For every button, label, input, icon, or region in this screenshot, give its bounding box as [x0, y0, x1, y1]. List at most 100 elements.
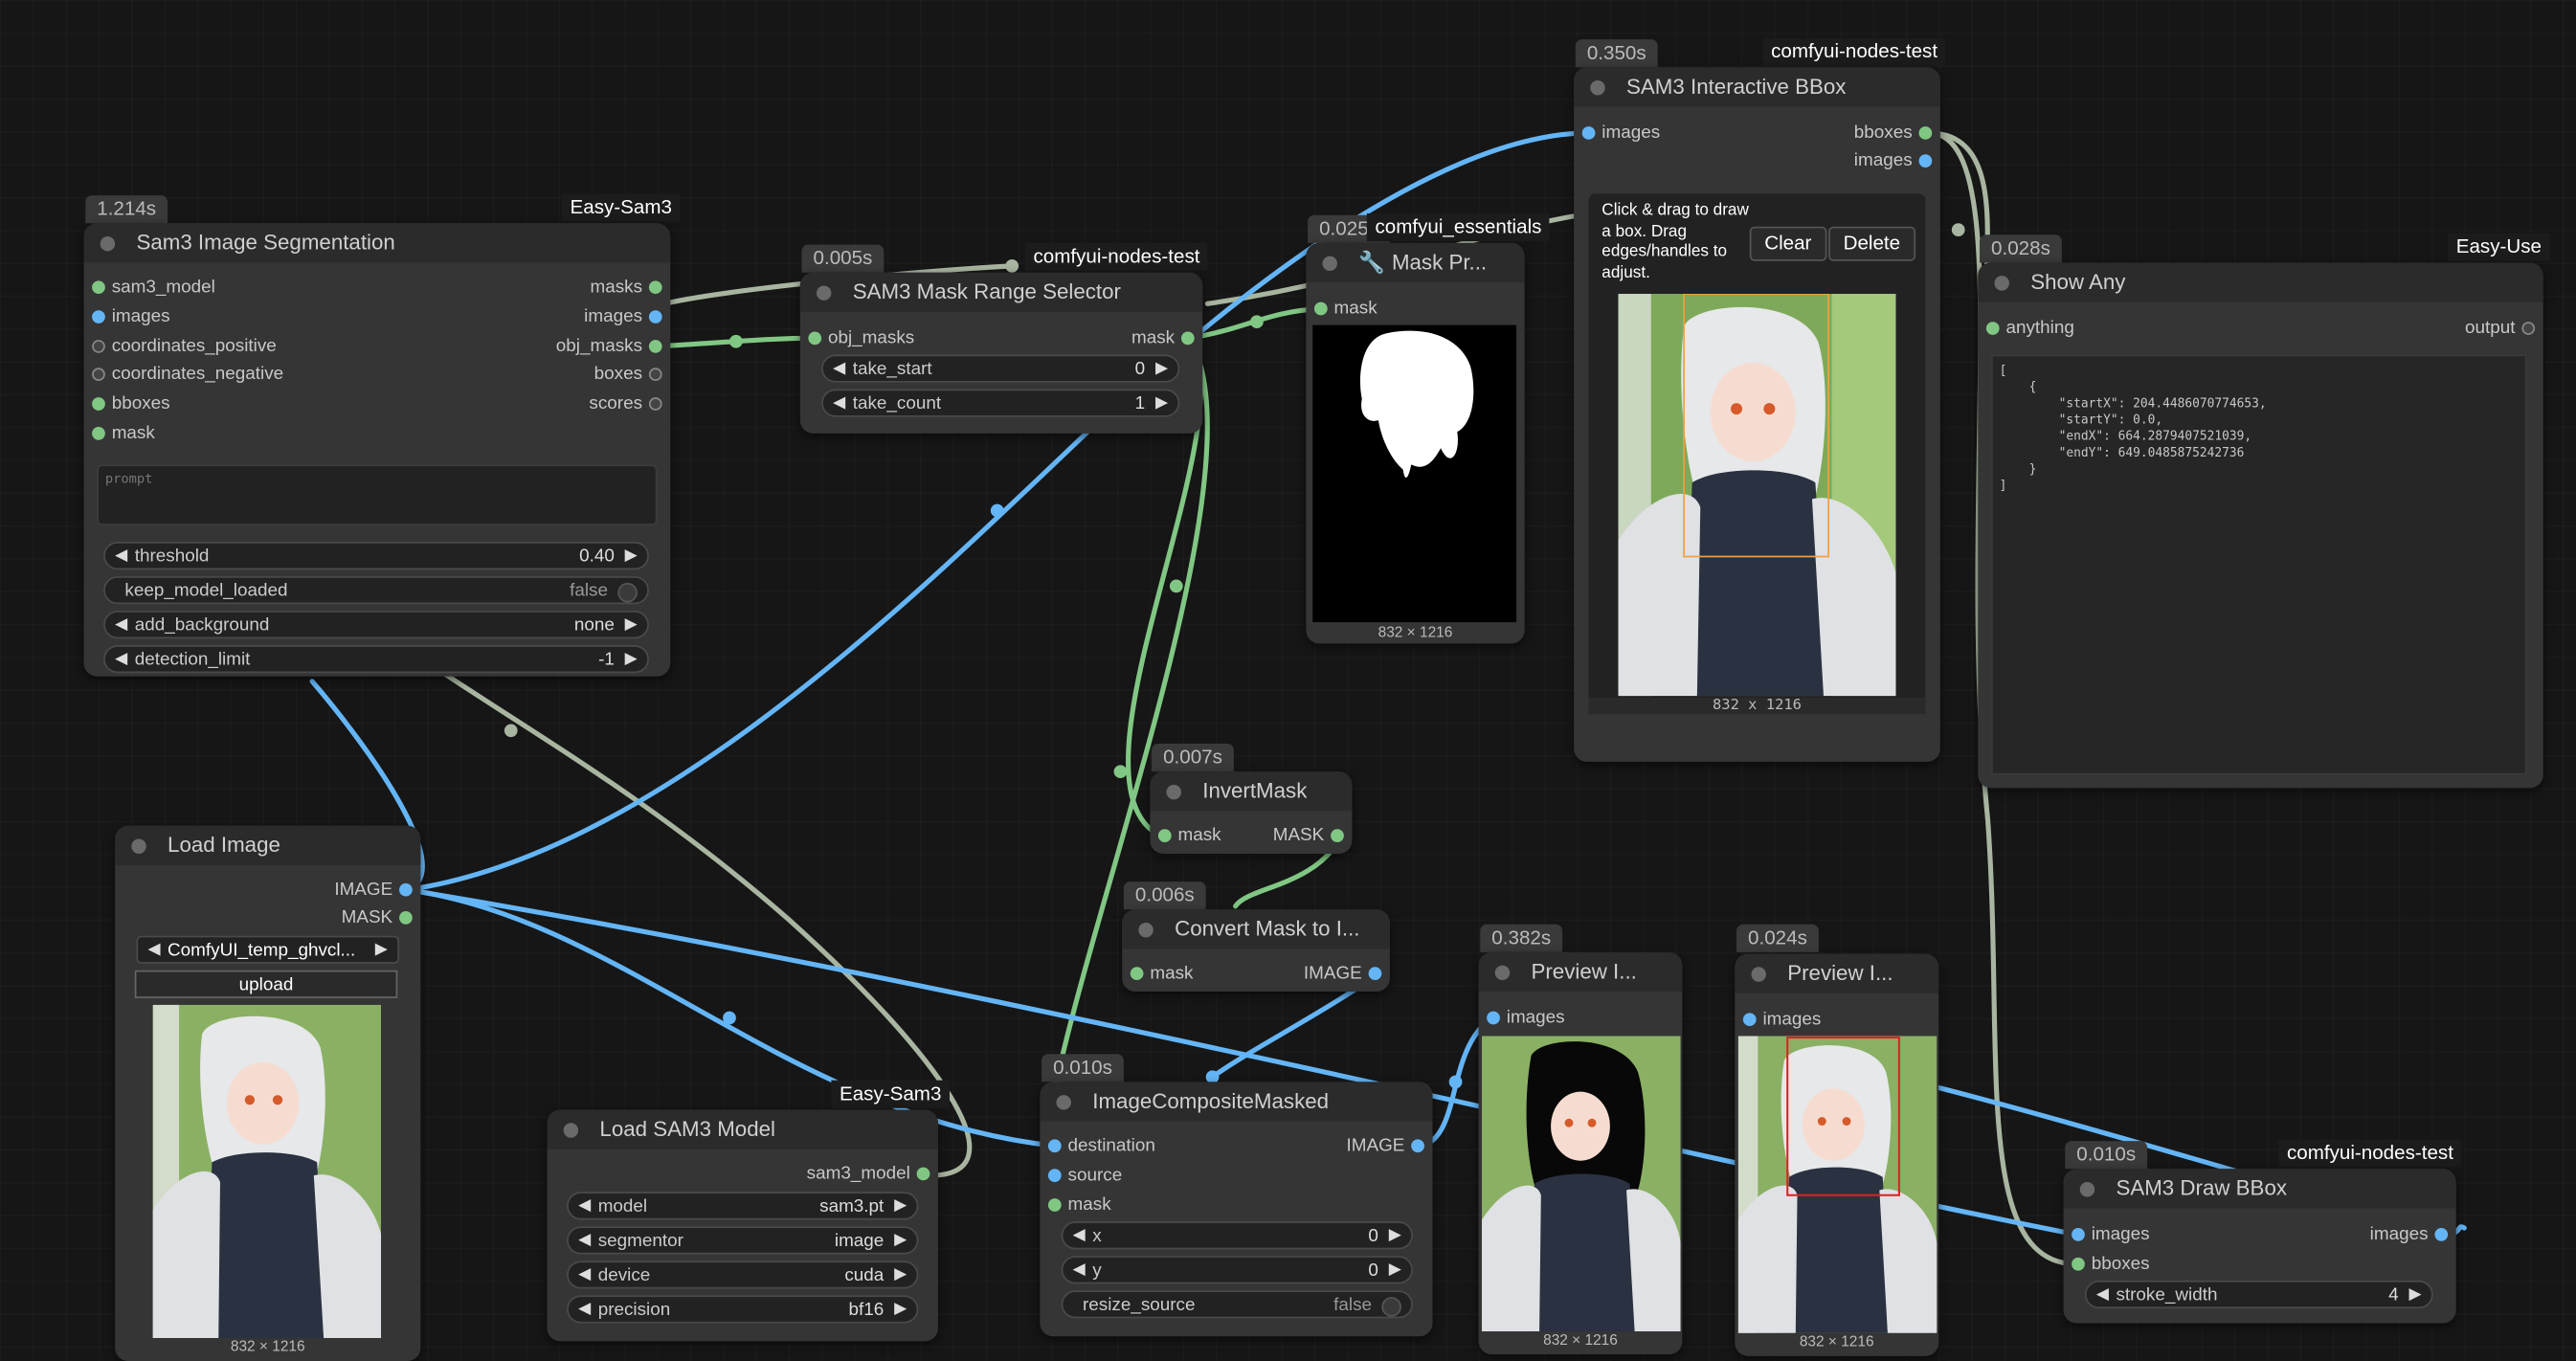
collapse-dot-icon[interactable]: [1322, 256, 1337, 272]
node-title[interactable]: Load Image: [115, 825, 421, 865]
input-port-mask[interactable]: mask: [84, 420, 155, 448]
output-port-sam3-model[interactable]: sam3_model: [807, 1161, 938, 1189]
decrement-arrow-icon[interactable]: ◀: [115, 544, 127, 569]
bbox-canvas-image[interactable]: [1618, 294, 1896, 697]
input-port-bboxes[interactable]: bboxes: [84, 390, 170, 418]
node-load-sam3-model[interactable]: Load SAM3 Model sam3_model ◀ model sam3.pt…: [547, 1109, 938, 1342]
node-title[interactable]: 🔧 Mask Pr...: [1306, 242, 1525, 283]
segmentor-select-widget[interactable]: ◀ segmentor image ▶: [567, 1226, 919, 1255]
image-file-select[interactable]: ◀ ComfyUI_temp_ghvcl... ▶: [136, 935, 400, 964]
collapse-dot-icon[interactable]: [2079, 1182, 2095, 1197]
input-port-anything[interactable]: anything: [1978, 315, 2074, 343]
port-dot-icon[interactable]: [648, 310, 662, 324]
decrement-arrow-icon[interactable]: ◀: [1073, 1223, 1086, 1249]
input-port-sam3-model[interactable]: sam3_model: [84, 274, 215, 301]
input-port-obj-masks[interactable]: obj_masks: [800, 325, 914, 353]
keep-model-loaded-toggle[interactable]: keep_model_loaded false: [103, 576, 649, 605]
y-offset-widget[interactable]: ◀ y 0 ▶: [1061, 1256, 1413, 1284]
node-mask-preview[interactable]: 🔧 Mask Pr... mask 832 × 1216: [1306, 242, 1525, 644]
input-port-destination[interactable]: destination: [1040, 1133, 1155, 1161]
output-text-display[interactable]: [ { "startX": 204.4486070774653, "startY…: [1991, 354, 2527, 775]
port-dot-icon[interactable]: [1047, 1139, 1062, 1153]
collapse-dot-icon[interactable]: [1056, 1095, 1071, 1110]
node-title[interactable]: Show Any: [1978, 262, 2543, 302]
node-title[interactable]: InvertMask: [1150, 771, 1353, 812]
output-port-image[interactable]: IMAGE: [1347, 1133, 1433, 1161]
decrement-arrow-icon[interactable]: ◀: [1073, 1258, 1086, 1283]
port-dot-icon[interactable]: [92, 310, 105, 324]
node-graph-canvas[interactable]: 1.214s Easy-Sam3 Sam3 Image Segmentation…: [0, 0, 2576, 1361]
collapse-dot-icon[interactable]: [1994, 276, 2009, 291]
increment-arrow-icon[interactable]: ▶: [1155, 390, 1168, 416]
port-dot-icon[interactable]: [916, 1167, 930, 1181]
port-dot-icon[interactable]: [92, 397, 105, 411]
resize-source-toggle[interactable]: resize_source false: [1061, 1290, 1413, 1319]
collapse-dot-icon[interactable]: [1590, 80, 1605, 96]
detection-limit-widget[interactable]: ◀ detection_limit -1 ▶: [103, 645, 649, 674]
output-port-images[interactable]: images: [2370, 1221, 2456, 1249]
port-dot-icon[interactable]: [1918, 126, 1933, 140]
output-port-image[interactable]: IMAGE: [334, 877, 420, 904]
node-sam3-draw-bbox[interactable]: SAM3 Draw BBox images bboxes images ◀ str…: [2063, 1169, 2456, 1324]
model-select-widget[interactable]: ◀ model sam3.pt ▶: [567, 1192, 919, 1220]
node-title[interactable]: Preview I...: [1735, 953, 1939, 993]
port-dot-icon[interactable]: [648, 397, 662, 411]
input-port-mask[interactable]: mask: [1306, 296, 1378, 324]
port-dot-icon[interactable]: [1047, 1198, 1062, 1212]
input-port-mask[interactable]: mask: [1122, 960, 1193, 988]
port-dot-icon[interactable]: [1985, 322, 2000, 335]
node-title[interactable]: SAM3 Draw BBox: [2063, 1169, 2456, 1209]
input-port-bboxes[interactable]: bboxes: [2064, 1251, 2150, 1279]
input-port-images[interactable]: images: [1735, 1006, 1821, 1034]
input-port-images[interactable]: images: [1479, 1005, 1565, 1033]
stroke-width-widget[interactable]: ◀ stroke_width 4 ▶: [2084, 1280, 2433, 1309]
input-port-mask[interactable]: mask: [1150, 822, 1221, 850]
collapse-dot-icon[interactable]: [100, 236, 116, 252]
increment-arrow-icon[interactable]: ▶: [2408, 1283, 2421, 1308]
node-title[interactable]: Convert Mask to I...: [1122, 909, 1390, 949]
port-dot-icon[interactable]: [2072, 1257, 2085, 1271]
port-dot-icon[interactable]: [1157, 829, 1172, 842]
port-dot-icon[interactable]: [1411, 1139, 1424, 1153]
output-port-obj-masks[interactable]: obj_masks: [556, 333, 670, 361]
port-dot-icon[interactable]: [399, 882, 413, 897]
port-dot-icon[interactable]: [1581, 126, 1596, 140]
output-port-mask[interactable]: MASK: [1273, 822, 1353, 850]
collapse-dot-icon[interactable]: [816, 285, 832, 301]
output-port-masks[interactable]: masks: [590, 274, 670, 301]
decrement-arrow-icon[interactable]: ◀: [833, 390, 845, 416]
output-port-images[interactable]: images: [584, 303, 670, 331]
bbox-editor-panel[interactable]: Click & drag to draw a box. Drag edges/h…: [1588, 193, 1926, 703]
decrement-arrow-icon[interactable]: ◀: [833, 356, 845, 382]
increment-arrow-icon[interactable]: ▶: [375, 937, 388, 963]
node-load-image[interactable]: Load Image IMAGE MASK ◀ ComfyUI_temp_ghvc…: [115, 825, 421, 1361]
x-offset-widget[interactable]: ◀ x 0 ▶: [1061, 1221, 1413, 1250]
port-dot-icon[interactable]: [1180, 331, 1195, 346]
increment-arrow-icon[interactable]: ▶: [625, 544, 638, 569]
port-dot-icon[interactable]: [1047, 1169, 1062, 1183]
port-dot-icon[interactable]: [92, 426, 105, 440]
port-dot-icon[interactable]: [808, 331, 822, 346]
threshold-widget[interactable]: ◀ threshold 0.40 ▶: [103, 542, 649, 570]
increment-arrow-icon[interactable]: ▶: [625, 613, 638, 638]
node-title[interactable]: Load SAM3 Model: [547, 1109, 938, 1149]
node-title[interactable]: Preview I...: [1478, 951, 1683, 993]
port-dot-icon[interactable]: [1742, 1013, 1757, 1027]
decrement-arrow-icon[interactable]: ◀: [578, 1228, 591, 1254]
port-dot-icon[interactable]: [648, 280, 662, 295]
port-dot-icon[interactable]: [92, 368, 105, 381]
input-port-images[interactable]: images: [1574, 120, 1660, 147]
output-port-image[interactable]: IMAGE: [1304, 960, 1390, 988]
port-dot-icon[interactable]: [1368, 967, 1382, 981]
collapse-dot-icon[interactable]: [131, 838, 146, 854]
output-port-mask[interactable]: MASK: [342, 904, 421, 932]
node-title[interactable]: ImageCompositeMasked: [1040, 1082, 1433, 1122]
node-sam3-image-segmentation[interactable]: Sam3 Image Segmentation sam3_model image…: [83, 223, 671, 677]
increment-arrow-icon[interactable]: ▶: [1155, 356, 1168, 382]
increment-arrow-icon[interactable]: ▶: [1389, 1258, 1401, 1283]
output-port-boxes[interactable]: boxes: [594, 361, 671, 389]
port-dot-icon[interactable]: [1313, 301, 1328, 316]
decrement-arrow-icon[interactable]: ◀: [578, 1297, 591, 1323]
increment-arrow-icon[interactable]: ▶: [894, 1228, 907, 1254]
collapse-dot-icon[interactable]: [1751, 967, 1766, 982]
